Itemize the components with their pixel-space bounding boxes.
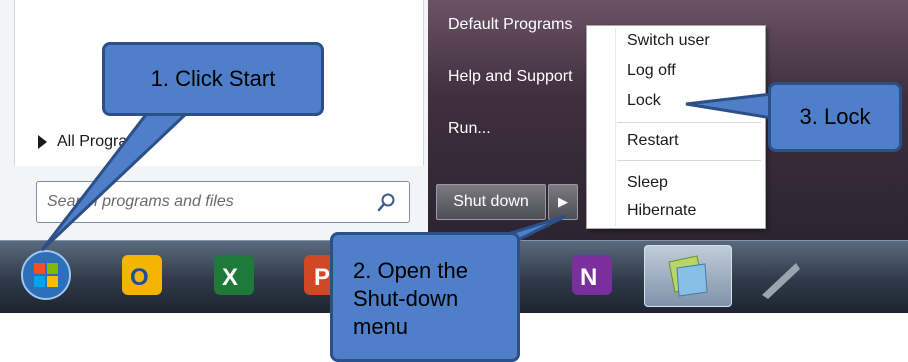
callout-pointer-3: [685, 92, 774, 120]
callout-step1: 1. Click Start: [102, 42, 324, 116]
callout-pointer-1: [40, 110, 192, 252]
callout-step3-text: 3. Lock: [799, 104, 871, 129]
callout-step1-text: 1. Click Start: [150, 66, 276, 91]
callout-step2-text: 2. Open the Shut-down menu: [353, 258, 468, 339]
callout-step2: 2. Open the Shut-down menu: [330, 232, 520, 362]
callout-step3: 3. Lock: [768, 82, 902, 152]
